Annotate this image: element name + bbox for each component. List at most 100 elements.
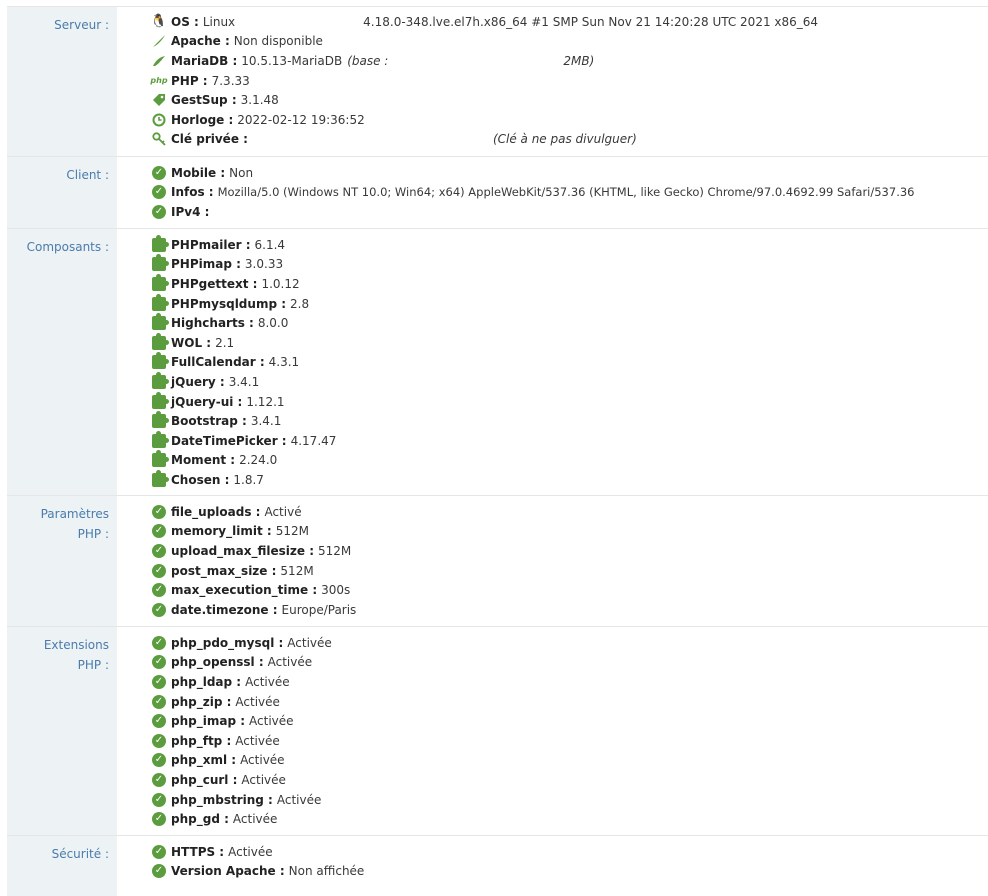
row-php-param: ✓ file_uploads : Activé — [152, 502, 988, 522]
check-circle-icon: ✓ — [152, 563, 166, 578]
row-php-extension: ✓ php_ldap : Activée — [152, 672, 988, 692]
check-circle-icon: ✓ — [152, 185, 166, 200]
php-icon: php — [150, 76, 168, 86]
row-os: 🐧 OS : Linux 4.18.0-348.lve.el7h.x86_64 … — [150, 14, 819, 30]
check-circle-icon: ✓ — [152, 655, 166, 670]
row-php: php PHP : 7.3.33 — [150, 73, 250, 88]
check-circle-icon: ✓ — [152, 772, 166, 787]
check-circle-icon: ✓ — [152, 694, 166, 709]
section-serveur: Serveur : 🐧 OS : Linux 4.18.0-348.lve.el… — [7, 7, 988, 157]
row-cle-privee: Clé privée : (Clé à ne pas divulguer) — [152, 130, 988, 150]
puzzle-icon — [152, 273, 169, 291]
row-php-extension: ✓ php_imap : Activée — [152, 711, 988, 731]
row-component: jQuery :3.4.1 — [152, 371, 988, 392]
row-php-extension: ✓ php_gd : Activée — [152, 809, 988, 829]
puzzle-icon — [152, 234, 169, 252]
check-circle-icon: ✓ — [152, 674, 166, 689]
puzzle-icon — [152, 430, 169, 448]
row-component: Moment :2.24.0 — [152, 450, 988, 471]
row-component: jQuery-ui :1.12.1 — [152, 391, 988, 412]
section-securite: Sécurité : ✓ HTTPS : Activée ✓ Version Apac… — [7, 836, 988, 896]
row-php-param: ✓ post_max_size :512M — [152, 561, 988, 581]
row-component: PHPmailer :6.1.4 — [152, 234, 988, 255]
check-circle-icon: ✓ — [152, 864, 166, 879]
row-mobile: ✓ Mobile : Non — [152, 163, 988, 183]
row-horloge: Horloge : 2022-02-12 19:36:52 — [152, 110, 988, 130]
row-php-param: ✓ memory_limit :512M — [152, 522, 988, 542]
securite-content: ✓ HTTPS : Activée ✓ Version Apache : Non aff… — [117, 836, 988, 896]
composants-content: PHPmailer :6.1.4 PHPimap :3.0.33 PHPgett… — [117, 229, 988, 495]
row-php-param: ✓ max_execution_time :300s — [152, 580, 988, 600]
section-parametres-php: Paramètres PHP : ✓ file_uploads : Activé ✓… — [7, 496, 988, 627]
row-php-extension: ✓ php_ftp : Activée — [152, 731, 988, 751]
puzzle-icon — [152, 332, 169, 350]
puzzle-icon — [152, 391, 169, 409]
check-circle-icon: ✓ — [152, 753, 166, 768]
check-circle-icon: ✓ — [152, 733, 166, 748]
check-circle-icon: ✓ — [152, 812, 166, 827]
puzzle-icon — [152, 411, 169, 429]
row-apache: Apache : Non disponible — [152, 32, 988, 52]
section-composants: Composants : PHPmailer :6.1.4 PHPimap :3… — [7, 229, 988, 496]
row-mariadb: MariaDB : 10.5.13-MariaDB (base : 2MB) — [152, 51, 988, 71]
row-component: Highcharts :8.0.0 — [152, 313, 988, 333]
row-gestsup: GestSup : 3.1.48 — [152, 90, 988, 110]
check-circle-icon: ✓ — [152, 543, 166, 558]
puzzle-icon — [152, 371, 169, 389]
section-label-securite: Sécurité : — [7, 836, 117, 896]
row-component: PHPimap :3.0.33 — [152, 254, 988, 275]
section-label-serveur: Serveur : — [7, 7, 117, 156]
row-infos: ✓ Infos : Mozilla/5.0 (Windows NT 10.0; … — [152, 183, 988, 203]
check-circle-icon: ✓ — [152, 844, 166, 859]
row-component: DateTimePicker :4.17.47 — [152, 430, 988, 451]
row-component: PHPgettext :1.0.12 — [152, 273, 988, 294]
check-circle-icon: ✓ — [152, 165, 166, 180]
row-php-extension: ✓ php_zip : Activée — [152, 692, 988, 712]
row-php-extension: ✓ php_xml : Activée — [152, 751, 988, 771]
check-circle-icon: ✓ — [152, 524, 166, 539]
row-php-extension: ✓ php_openssl : Activée — [152, 653, 988, 673]
serveur-content: 🐧 OS : Linux 4.18.0-348.lve.el7h.x86_64 … — [117, 7, 988, 156]
row-https: ✓ HTTPS : Activée — [152, 842, 988, 862]
clock-icon — [152, 113, 166, 127]
tag-icon — [152, 93, 166, 107]
section-label-extensions-php: Extensions PHP : — [7, 627, 117, 835]
section-extensions-php: Extensions PHP : ✓ php_pdo_mysql : Activée… — [7, 627, 988, 836]
check-circle-icon: ✓ — [152, 635, 166, 650]
row-component: Chosen :1.8.7 — [152, 469, 988, 490]
check-circle-icon: ✓ — [152, 714, 166, 729]
feather-icon — [152, 34, 166, 48]
system-info-table: Serveur : 🐧 OS : Linux 4.18.0-348.lve.el… — [7, 7, 988, 896]
section-label-client: Client : — [7, 157, 117, 228]
row-php-extension: ✓ php_pdo_mysql : Activée — [152, 633, 988, 653]
linux-icon: 🐧 — [150, 14, 168, 30]
row-php-extension: ✓ php_curl : Activée — [152, 770, 988, 790]
check-circle-icon: ✓ — [152, 204, 166, 219]
check-circle-icon: ✓ — [152, 583, 166, 598]
puzzle-icon — [152, 469, 169, 487]
row-component: Bootstrap :3.4.1 — [152, 411, 988, 431]
extensions-php-content: ✓ php_pdo_mysql : Activée ✓ php_openssl : Ac… — [117, 627, 988, 835]
check-circle-icon: ✓ — [152, 792, 166, 807]
puzzle-icon — [152, 313, 169, 331]
section-label-composants: Composants : — [7, 229, 117, 495]
row-component: WOL :2.1 — [152, 332, 988, 353]
puzzle-icon — [152, 450, 169, 468]
row-php-extension: ✓ php_mbstring : Activée — [152, 790, 988, 810]
section-client: Client : ✓ Mobile : Non ✓ Infos : Mozill… — [7, 157, 988, 229]
puzzle-icon — [152, 352, 169, 370]
row-component: PHPmysqldump :2.8 — [152, 293, 988, 314]
row-version-apache: ✓ Version Apache : Non affichée — [152, 862, 988, 882]
key-icon — [152, 132, 166, 146]
seal-icon — [152, 54, 166, 68]
row-php-param: ✓ date.timezone : Europe/Paris — [152, 600, 988, 620]
check-circle-icon: ✓ — [152, 504, 166, 519]
row-component: FullCalendar :4.3.1 — [152, 352, 988, 373]
section-label-parametres-php: Paramètres PHP : — [7, 496, 117, 626]
parametres-php-content: ✓ file_uploads : Activé ✓ memory_limit :512… — [117, 496, 988, 626]
row-php-param: ✓ upload_max_filesize :512M — [152, 541, 988, 561]
check-circle-icon: ✓ — [152, 602, 166, 617]
client-content: ✓ Mobile : Non ✓ Infos : Mozilla/5.0 (Wi… — [117, 157, 988, 228]
row-ipv4: ✓ IPv4 : — [152, 202, 988, 222]
puzzle-icon — [152, 293, 169, 311]
